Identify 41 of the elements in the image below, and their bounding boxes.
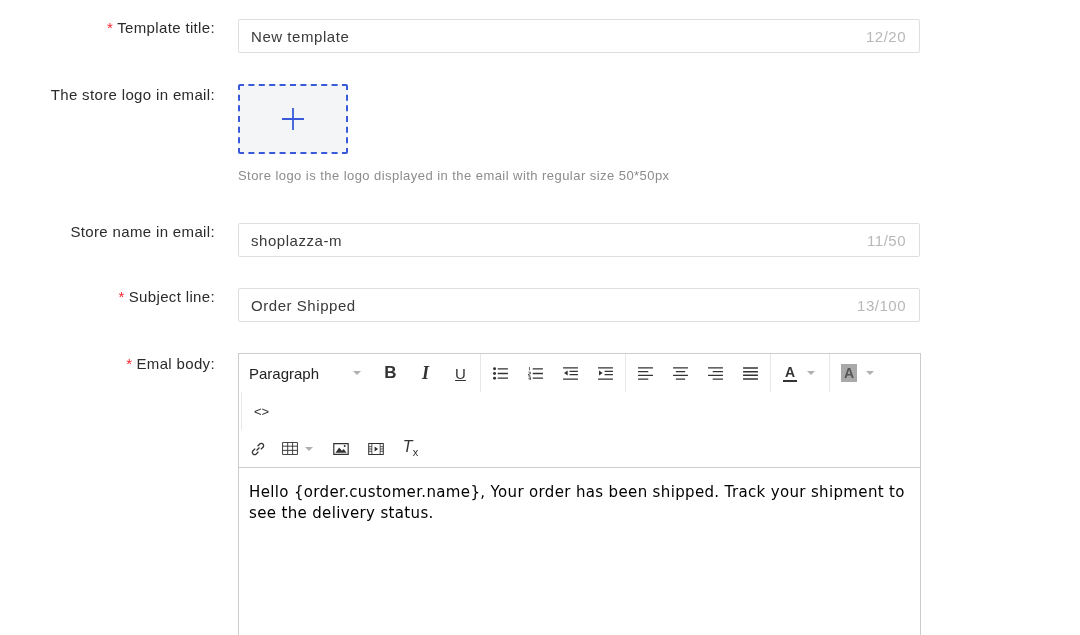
field-label: Store name in email:	[70, 223, 215, 240]
source-code-button[interactable]: <>	[244, 392, 279, 430]
align-center-icon	[673, 366, 688, 380]
field-label: Emal body:	[136, 355, 215, 372]
numbered-list-icon	[528, 366, 543, 380]
link-icon	[249, 440, 266, 457]
editor-content[interactable]: Hello {order.customer.name}, Your order has been shipped. Track your shipment to see the delivery status.	[239, 468, 920, 635]
caret-icon	[353, 371, 361, 375]
italic-button[interactable]: I	[408, 354, 443, 392]
caret-icon	[866, 371, 874, 375]
character-count: 13/100	[857, 296, 906, 314]
text-input[interactable]: Order Shipped 13/100	[238, 288, 920, 322]
caret-icon	[807, 371, 815, 375]
clear-formatting-button[interactable]: T$_{x}$	[393, 430, 428, 467]
format-dropdown[interactable]: Paragraph	[241, 354, 373, 392]
upload-hint: Store logo is the logo displayed in the email with regular size 50*50px	[238, 168, 671, 184]
indent-icon	[598, 366, 613, 380]
text-input[interactable]: shoplazza-m 11/50	[238, 223, 920, 257]
caret-icon	[305, 446, 313, 451]
upload-box[interactable]	[238, 84, 348, 154]
align-left-icon	[638, 366, 653, 380]
justify-icon	[743, 366, 758, 380]
film-icon	[367, 442, 384, 455]
align-right-icon	[708, 366, 723, 380]
field-label: Template title:	[117, 19, 215, 36]
underline-button[interactable]: U	[443, 354, 478, 392]
bullet-list-icon	[493, 366, 508, 380]
required-asterisk: *	[107, 19, 114, 36]
required-asterisk: *	[126, 355, 133, 372]
character-count: 11/50	[867, 231, 906, 249]
text-input[interactable]: New template 12/20	[238, 19, 920, 53]
plus-icon	[282, 108, 304, 130]
character-count: 12/20	[865, 27, 906, 45]
field-label: Subject line:	[128, 288, 215, 305]
table-icon	[282, 442, 298, 455]
outdent-icon	[563, 366, 578, 380]
field-label: The store logo in email:	[50, 86, 215, 103]
text-color-button[interactable]: A	[773, 354, 827, 392]
required-asterisk: *	[118, 288, 125, 305]
image-icon	[332, 442, 349, 455]
bold-button[interactable]: B	[373, 354, 408, 392]
